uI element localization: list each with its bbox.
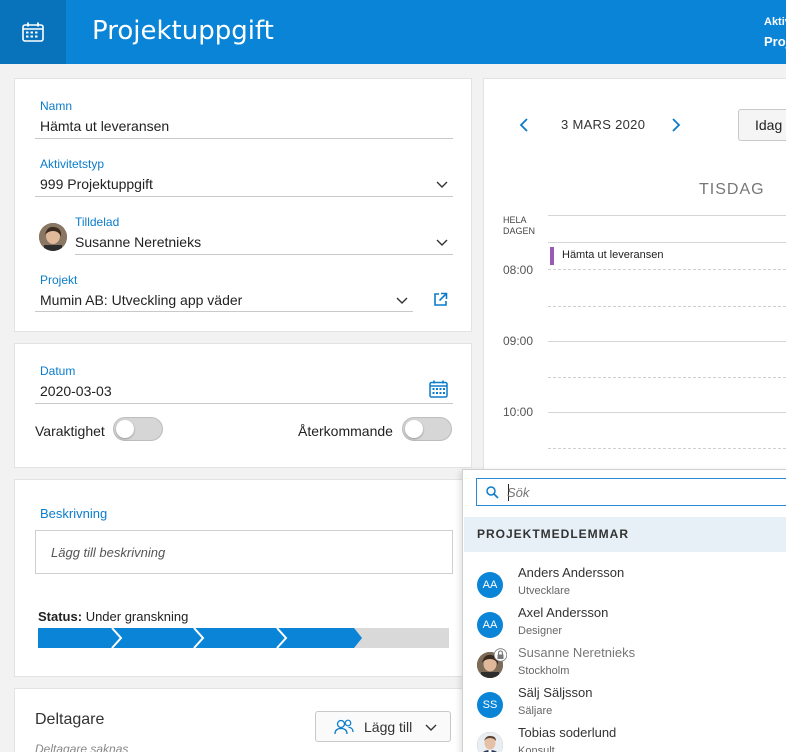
hour-label: 09:00: [503, 334, 534, 348]
chevron-right-icon[interactable]: [671, 118, 681, 132]
name-field[interactable]: Hämta ut leveransen: [40, 118, 169, 134]
member-item[interactable]: Tobias soderlund Konsult: [464, 724, 786, 752]
day-name: TISDAG: [699, 181, 765, 198]
activity-type-underline: [35, 196, 453, 197]
app-header: Projektuppgift Aktiv Proj: [0, 0, 786, 64]
activity-type-select[interactable]: 999 Projektuppgift: [40, 176, 153, 192]
member-search-box[interactable]: [476, 478, 786, 506]
member-item[interactable]: AA Axel Andersson Designer: [464, 604, 786, 644]
member-photo: [477, 732, 503, 752]
recurring-toggle[interactable]: [402, 417, 452, 441]
hour-line: [548, 412, 786, 413]
member-search-input[interactable]: [507, 483, 767, 501]
add-participant-button[interactable]: Lägg till: [315, 711, 451, 742]
day-header-line: [548, 215, 786, 216]
event-color-bar: [550, 247, 554, 265]
description-label: Beskrivning: [40, 506, 108, 521]
member-avatar: SS: [477, 692, 503, 718]
assigned-underline: [75, 254, 453, 255]
recurring-label: Återkommande: [298, 423, 393, 439]
users-icon: [334, 719, 354, 735]
page-title: Projektuppgift: [92, 16, 274, 46]
search-icon: [486, 486, 499, 499]
today-button[interactable]: Idag: [738, 109, 786, 141]
calendar-event[interactable]: Hämta ut leveransen: [550, 247, 786, 265]
all-day-label-line-1: HELA: [503, 215, 527, 225]
half-hour-line: [548, 269, 786, 270]
all-day-line: [548, 242, 786, 243]
member-role: Utvecklare: [518, 585, 570, 597]
date-underline: [35, 403, 453, 404]
all-day-label: HELA DAGEN: [503, 215, 535, 237]
status-label: Status:: [38, 609, 83, 624]
member-role: Stockholm: [518, 665, 570, 677]
calendar-date: 3 MARS 2020: [561, 117, 646, 132]
date-label: Datum: [40, 364, 76, 378]
member-picker: PROJEKTMEDLEMMAR AA Anders Andersson Utv…: [462, 469, 786, 752]
half-hour-line: [548, 448, 786, 449]
hour-label: 08:00: [503, 263, 534, 277]
member-role: Säljare: [518, 705, 553, 717]
header-right-top: Aktiv: [764, 16, 786, 28]
calendar-menu-button[interactable]: [0, 0, 66, 64]
member-name: Axel Andersson: [518, 605, 609, 620]
hour-label: 10:00: [503, 405, 534, 419]
chevron-down-icon: [425, 724, 437, 731]
duration-toggle[interactable]: [113, 417, 163, 441]
assigned-label: Tilldelad: [75, 215, 120, 229]
participants-title: Deltagare: [35, 711, 105, 728]
date-field[interactable]: 2020-03-03: [40, 383, 112, 399]
status-value: Under granskning: [85, 609, 189, 624]
assignee-avatar: [39, 223, 67, 251]
member-name: Susanne Neretnieks: [518, 645, 636, 660]
event-title: Hämta ut leveransen: [562, 249, 664, 261]
participants-empty: Deltagare saknas: [35, 742, 129, 752]
hour-line: [548, 341, 786, 342]
duration-label: Varaktighet: [35, 423, 105, 439]
add-participant-label: Lägg till: [364, 719, 413, 735]
member-role: Konsult: [518, 745, 555, 752]
member-item[interactable]: AA Anders Andersson Utvecklare: [464, 564, 786, 604]
member-avatar: AA: [477, 612, 503, 638]
name-underline: [35, 138, 453, 139]
member-name: Sälj Säljsson: [518, 685, 593, 700]
chevron-down-icon[interactable]: [396, 297, 408, 305]
status-row: Status: Under granskning: [38, 609, 188, 624]
description-input[interactable]: Lägg till beskrivning: [35, 530, 453, 574]
member-name: Tobias soderlund: [518, 725, 617, 740]
chevron-down-icon[interactable]: [436, 239, 448, 247]
project-underline: [35, 311, 413, 312]
name-label: Namn: [40, 99, 73, 113]
half-hour-line: [548, 306, 786, 307]
date-card: Datum 2020-03-03 Varaktighet Återkommand…: [14, 343, 472, 468]
header-user-info[interactable]: Aktiv Proj: [764, 12, 786, 52]
member-avatar: AA: [477, 572, 503, 598]
external-link-icon[interactable]: [433, 292, 448, 307]
project-members-heading: PROJEKTMEDLEMMAR: [464, 517, 786, 552]
lock-icon: [494, 648, 507, 662]
member-item-selected[interactable]: Susanne Neretnieks Stockholm: [464, 644, 786, 684]
chevron-down-icon[interactable]: [436, 181, 448, 189]
status-progress-bar[interactable]: [38, 628, 449, 648]
description-placeholder: Lägg till beskrivning: [51, 545, 166, 560]
project-select[interactable]: Mumin AB: Utveckling app väder: [40, 292, 242, 308]
details-card: Namn Hämta ut leveransen Aktivitetstyp 9…: [14, 78, 472, 332]
chevron-left-icon[interactable]: [519, 118, 529, 132]
project-label: Projekt: [40, 273, 78, 287]
calendar-picker-icon[interactable]: [429, 380, 448, 398]
member-name: Anders Andersson: [518, 565, 625, 580]
calendar-card: [483, 78, 786, 498]
activity-type-label: Aktivitetstyp: [40, 157, 105, 171]
progress-fill: [38, 628, 362, 648]
member-role: Designer: [518, 625, 563, 637]
all-day-label-line-2: DAGEN: [503, 226, 536, 236]
assigned-select[interactable]: Susanne Neretnieks: [75, 234, 201, 250]
header-right-bottom: Proj: [764, 34, 786, 49]
half-hour-line: [548, 377, 786, 378]
calendar-icon: [22, 22, 44, 42]
member-item[interactable]: SS Sälj Säljsson Säljare: [464, 684, 786, 724]
